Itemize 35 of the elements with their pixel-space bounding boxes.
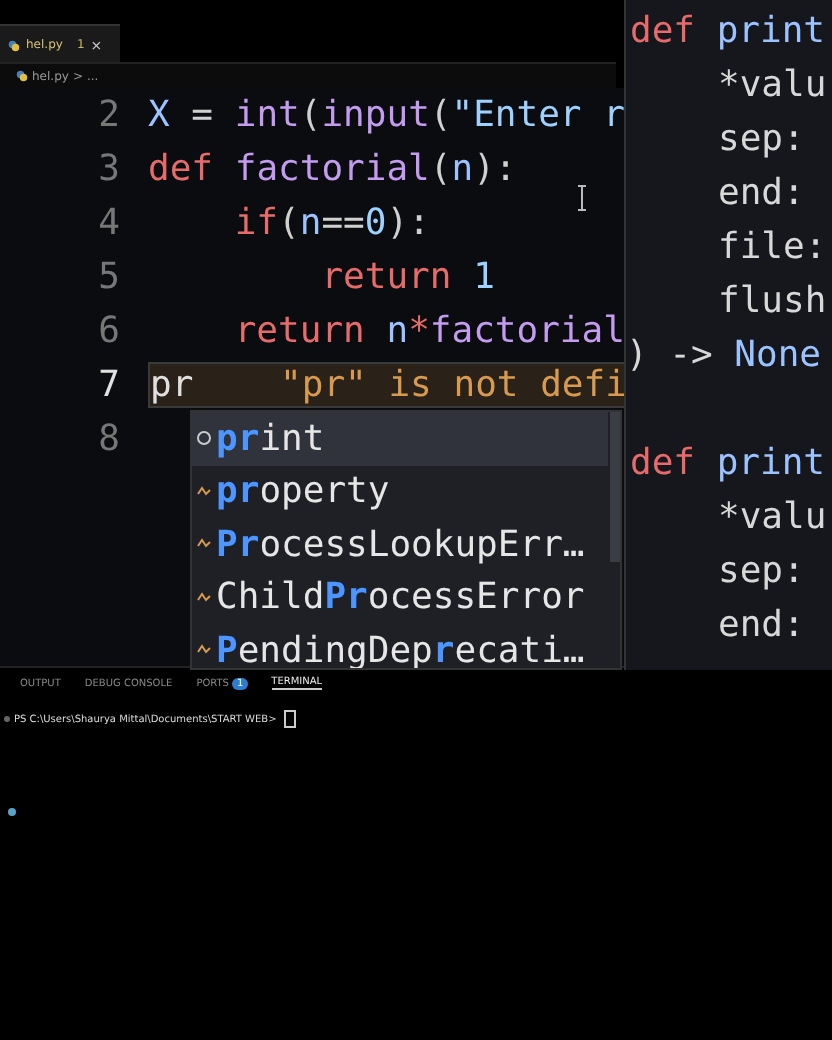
line-number: 7 <box>96 364 122 406</box>
symbol-icon <box>196 642 212 659</box>
status-dot-icon <box>8 808 16 816</box>
signature-line: flush <box>718 280 827 322</box>
signature-line: def print <box>630 10 825 52</box>
code-line: return n*factorial <box>232 310 625 352</box>
suggestion-item[interactable]: print <box>192 412 608 465</box>
signature-line: file: <box>718 226 827 268</box>
signature-line: end: <box>718 172 805 214</box>
code-line: if(n==0): <box>232 202 430 244</box>
line-number: 4 <box>96 202 122 244</box>
code-line: X = int(input("Enter r <box>148 94 625 136</box>
python-file-icon <box>8 39 20 51</box>
terminal-cursor <box>284 710 297 728</box>
text-cursor-icon <box>576 184 588 212</box>
python-file-icon <box>16 70 28 82</box>
signature-line: end: <box>718 604 805 646</box>
signature-line: sep: <box>718 118 805 160</box>
code-line: return 1 <box>319 256 495 298</box>
line-number: 8 <box>96 418 122 460</box>
symbol-icon <box>196 536 212 553</box>
status-dot-icon <box>4 716 10 722</box>
line-number: 3 <box>96 148 122 190</box>
signature-line: *valu <box>718 64 827 106</box>
signature-line: sep: <box>718 550 805 592</box>
code-line: def factorial(n): <box>148 148 517 190</box>
symbol-icon <box>196 430 212 447</box>
signature-line: def print <box>630 442 825 484</box>
signature-line: *valu <box>718 496 827 538</box>
line-number: 5 <box>96 256 122 298</box>
symbol-icon <box>196 589 212 606</box>
symbol-icon <box>196 483 212 500</box>
line-number: 2 <box>96 94 122 136</box>
scrollbar[interactable] <box>610 412 620 562</box>
line-number: 6 <box>96 310 122 352</box>
